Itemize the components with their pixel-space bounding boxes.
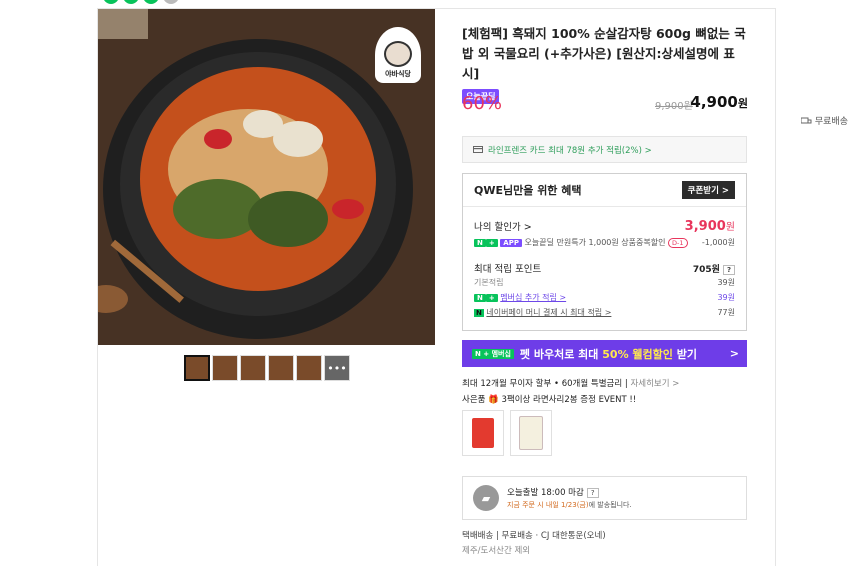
card-promo[interactable]: 라인프렌즈 카드 최대 78원 추가 적립(2%) >	[462, 136, 747, 163]
chevron-right-icon: >	[729, 347, 739, 360]
sale-price: 4,900원	[690, 93, 748, 111]
delivery-truck-icon: ▰	[473, 485, 499, 511]
pet-voucher-banner[interactable]: N + 멤버십 펫 바우처로 최대 50% 웰컴할인 받기 >	[462, 340, 747, 367]
gift-text: 3팩이상 라면사리2봉 증정 EVENT !!	[501, 395, 637, 405]
banner-text: 펫 바우처로 최대 50% 웰컴할인 받기	[520, 346, 697, 362]
logo-text: 야바식당	[385, 70, 411, 78]
points-label: 최대 적립 포인트	[474, 264, 542, 275]
original-price: 9,900원	[655, 101, 693, 112]
banner-suffix: 받기	[676, 347, 697, 361]
gift-icon: 🎁	[488, 395, 499, 405]
delivery-title-row: 오늘출발 18:00 마감?	[507, 486, 632, 498]
delivery-box: ▰ 오늘출발 18:00 마감? 지금 주문 시 내일 1/23(금)에 발송됩…	[462, 476, 747, 520]
benefit-title: QWE님만을 위한 혜택	[474, 184, 582, 197]
basic-points-value: 39원	[717, 278, 735, 287]
naver-n-tag: N	[474, 239, 486, 247]
naver-plus-tag: +	[485, 239, 498, 247]
membership-points-link[interactable]: 멤버십 추가 적립 >	[500, 293, 566, 302]
top-tab-dot[interactable]	[163, 0, 179, 4]
membership-tag: N + 멤버십	[472, 348, 514, 359]
gift-info: 사은품 🎁 3팩이상 라면사리2봉 증정 EVENT !!	[462, 393, 636, 405]
membership-points-value: 39원	[717, 293, 735, 302]
my-price-value: 3,900원	[685, 218, 735, 234]
app-tag: APP	[500, 239, 522, 247]
delivery-suffix: 에 발송됩니다.	[588, 501, 632, 509]
top-tab-dot[interactable]	[103, 0, 119, 4]
delivery-date: 지금 주문 시 내일 1/23(금)	[507, 501, 589, 509]
brand-logo: 야바식당	[375, 27, 421, 83]
my-price-row: 나의 할인가 > 3,900원	[474, 218, 735, 234]
gift-images	[462, 410, 552, 456]
benefit-header: QWE님만을 위한 혜택 쿠폰받기 >	[463, 174, 746, 207]
naverpay-icon: N	[474, 309, 484, 317]
gift-image[interactable]	[510, 410, 552, 456]
deal-row: N + APP 오늘끝딜 만원특가 1,000원 상품중복할인 D-1 -1,00…	[474, 237, 735, 248]
delivery-text: 오늘출발 18:00 마감? 지금 주문 시 내일 1/23(금)에 발송됩니다…	[507, 486, 632, 510]
naver-n-tag: N	[474, 294, 486, 302]
shipping-info: 무료배송	[800, 114, 848, 127]
credit-card-icon	[473, 146, 483, 153]
card-promo-text: 라인프렌즈 카드 최대 78원 추가 적립(2%) >	[488, 145, 652, 156]
membership-points-label-wrap: N + 멤버십 추가 적립 >	[474, 292, 566, 303]
top-tabs	[103, 0, 179, 4]
shipping-label: 무료배송	[814, 117, 848, 127]
thumbnail[interactable]	[296, 355, 322, 381]
naver-plus-tag: +	[485, 294, 498, 302]
gift-label: 사은품	[462, 395, 486, 405]
installment-detail-link[interactable]: 자세히보기 >	[630, 379, 679, 389]
sale-price-amount: 4,900	[690, 93, 738, 111]
basic-points-label: 기본적립	[474, 278, 504, 287]
coupon-button[interactable]: 쿠폰받기 >	[681, 181, 735, 199]
truck-icon	[800, 117, 812, 123]
my-price-amount: 3,900	[684, 219, 726, 234]
thumbnail[interactable]	[240, 355, 266, 381]
delivery-detail: 지금 주문 시 내일 1/23(금)에 발송됩니다.	[507, 500, 632, 510]
thumbnail-strip: •••	[184, 355, 350, 381]
deal-detail: N + APP 오늘끝딜 만원특가 1,000원 상품중복할인 D-1	[474, 237, 688, 248]
top-tab-dot[interactable]	[123, 0, 139, 4]
more-thumbnails-icon[interactable]: •••	[324, 355, 350, 381]
benefit-box: QWE님만을 위한 혜택 쿠폰받기 > 나의 할인가 > 3,900원 N + A…	[462, 173, 747, 331]
points-row: 최대 적립 포인트 705원?	[474, 261, 735, 275]
npay-points-value: 77원	[717, 308, 735, 317]
product-title: [체험팩] 흑돼지 100% 순살감자탕 600g 뼈없는 국밥 외 국물요리 …	[462, 26, 746, 81]
shipping-exclusion: 제주/도서산간 제외	[462, 546, 531, 556]
thumbnail[interactable]	[212, 355, 238, 381]
my-price-unit: 원	[725, 222, 735, 233]
discount-rate: 60%	[462, 93, 503, 114]
points-total-wrap: 705원?	[693, 262, 735, 275]
installment-info: 최대 12개월 무이자 할부 • 60개월 특별금리 | 자세히보기 >	[462, 379, 680, 389]
sale-price-unit: 원	[737, 97, 748, 110]
npay-points-row: N 네이버페이 머니 결제 시 최대 적립 > 77원	[474, 307, 735, 318]
noodle-pack-image	[519, 416, 543, 450]
top-tab-dot[interactable]	[143, 0, 159, 4]
delivery-title: 오늘출발 18:00 마감	[507, 488, 584, 498]
main-product-image: 야바식당	[98, 9, 435, 345]
deal-amount: -1,000원	[701, 238, 735, 247]
npay-points-label-wrap: N 네이버페이 머니 결제 시 최대 적립 >	[474, 307, 611, 318]
my-price-label[interactable]: 나의 할인가 >	[474, 219, 532, 233]
membership-points-row: N + 멤버십 추가 적립 > 39원	[474, 292, 735, 303]
basic-points-row: 기본적립 39원	[474, 277, 735, 288]
thumbnail[interactable]	[268, 355, 294, 381]
points-help-icon[interactable]: ?	[722, 264, 735, 275]
banner-prefix: 펫 바우처로 최대	[519, 347, 599, 361]
points-total: 705원	[692, 264, 720, 275]
delivery-help-icon[interactable]: ?	[586, 488, 599, 498]
banner-highlight: 50% 웰컴할인	[602, 347, 673, 361]
product-info: [체험팩] 흑돼지 100% 순살감자탕 600g 뼈없는 국밥 외 국물요리 …	[462, 24, 748, 104]
logo-face-icon	[384, 41, 412, 67]
installment-text: 최대 12개월 무이자 할부 • 60개월 특별금리	[462, 379, 623, 389]
price-row: 60% 9,900원 4,900원	[462, 93, 748, 117]
thumbnail[interactable]	[184, 355, 210, 381]
dday-badge: D-1	[668, 238, 688, 248]
deal-text: 오늘끝딜 만원특가 1,000원 상품중복할인	[524, 238, 666, 247]
ramen-pack-image	[472, 418, 494, 448]
npay-points-link[interactable]: 네이버페이 머니 결제 시 최대 적립 >	[486, 308, 611, 317]
gift-image[interactable]	[462, 410, 504, 456]
shipping-method: 택배배송 | 무료배송 · CJ 대한통운(오네)	[462, 531, 606, 541]
